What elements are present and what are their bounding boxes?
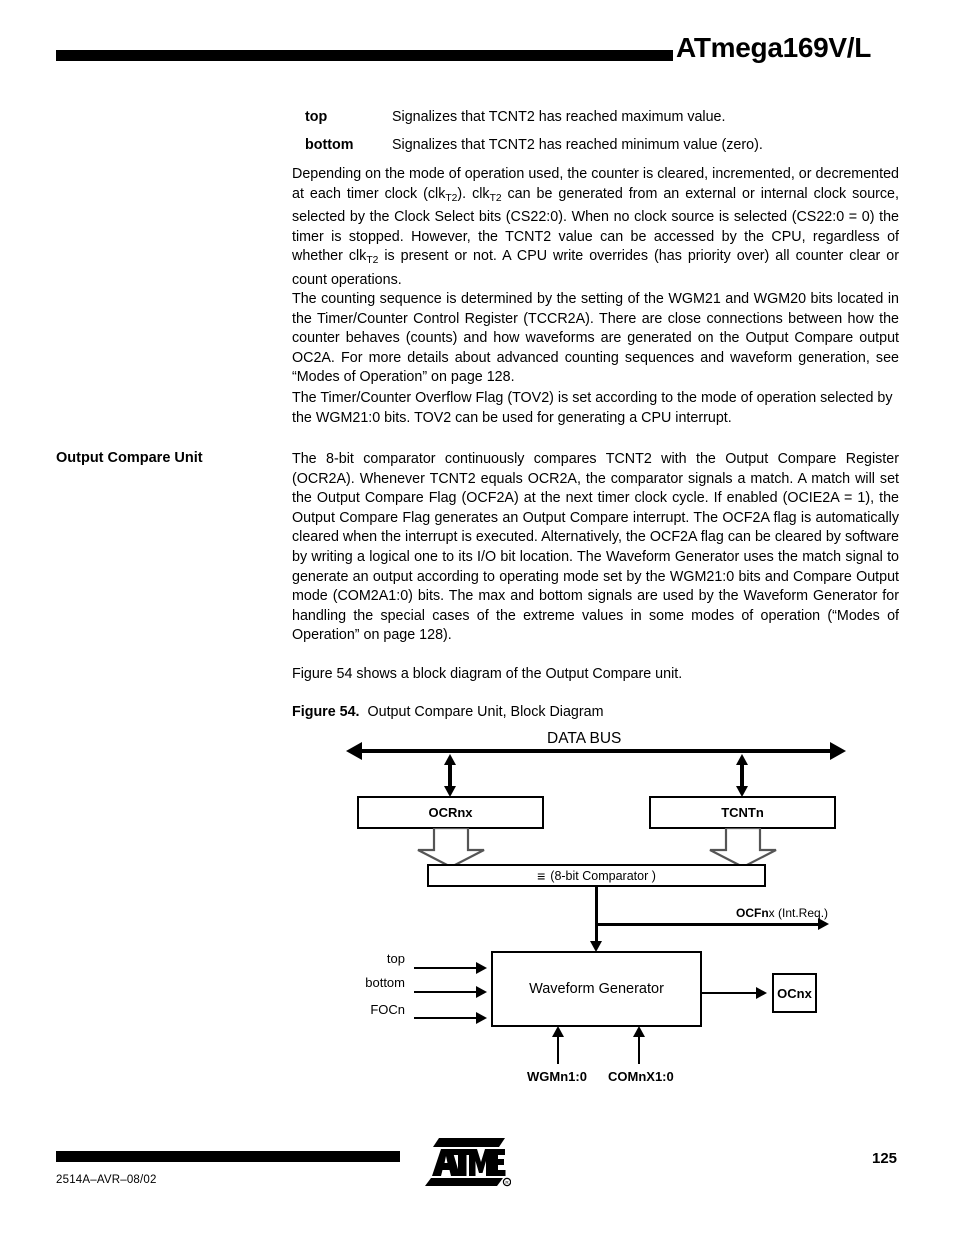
waveform-generator-label: Waveform Generator — [529, 981, 664, 997]
ocr-to-comparator-block-arrow — [417, 828, 485, 868]
ocf-interrupt-label-bold: OCFn — [736, 906, 769, 920]
wgm-input-line — [557, 1037, 559, 1064]
input-line-bottom — [414, 991, 478, 993]
wgm-input-label: WGMn1:0 — [527, 1069, 587, 1084]
data-bus-arrowhead-left — [346, 742, 362, 760]
atmel-logo-icon: R — [425, 1138, 511, 1187]
input-label-bottom: bottom — [365, 975, 405, 990]
ocf-interrupt-line — [596, 923, 821, 926]
footer-rule — [56, 1151, 400, 1162]
tcnt-bus-arrowhead-up — [736, 754, 748, 765]
ocnx-output-box: OCnx — [772, 973, 817, 1013]
com-input-line — [638, 1037, 640, 1064]
tcnt-register-box: TCNTn — [649, 796, 836, 829]
document-page: ATmega169V/L top Signalizes that TCNT2 h… — [0, 0, 954, 1235]
ocr-register-box: OCRnx — [357, 796, 544, 829]
input-line-top — [414, 967, 478, 969]
waveform-generator-box: Waveform Generator — [491, 951, 702, 1027]
ocr-bus-arrowhead-up — [444, 754, 456, 765]
input-arrowhead-top — [476, 962, 487, 974]
input-arrowhead-focn — [476, 1012, 487, 1024]
tcnt-register-label: TCNTn — [721, 805, 764, 820]
data-bus-arrowhead-right — [830, 742, 846, 760]
ocf-interrupt-label-rest: (Int.Req.) — [774, 906, 829, 920]
comparator-box: ≡ (8-bit Comparator ) — [427, 864, 766, 887]
figure-54-block-diagram: DATA BUS OCRnx TCNTn ≡ (8-bit Comparator… — [0, 0, 954, 1110]
ocr-register-label: OCRnx — [428, 805, 473, 820]
data-bus-line — [360, 749, 834, 753]
waveform-to-ocnx-line — [702, 992, 758, 994]
tcnt-to-comparator-block-arrow — [709, 828, 777, 868]
footer-page-number: 125 — [872, 1150, 898, 1167]
input-label-focn: FOCn — [370, 1002, 405, 1017]
comparator-output-line — [595, 887, 598, 944]
input-arrowhead-bottom — [476, 986, 487, 998]
input-label-top: top — [386, 951, 405, 966]
comparator-equals-icon: ≡ — [537, 867, 546, 884]
wgm-input-arrowhead — [552, 1026, 564, 1037]
data-bus-label: DATA BUS — [547, 730, 622, 747]
comparator-label: (8-bit Comparator ) — [550, 868, 656, 883]
ocnx-output-label: OCnx — [777, 985, 812, 1001]
waveform-to-ocnx-arrowhead — [756, 987, 767, 999]
com-input-label: COMnX1:0 — [608, 1069, 674, 1084]
com-input-arrowhead — [633, 1026, 645, 1037]
footer-document-id: 2514A–AVR–08/02 — [56, 1174, 157, 1186]
ocf-interrupt-label: OCFnx (Int.Req.) — [736, 906, 828, 920]
input-line-focn — [414, 1017, 478, 1019]
